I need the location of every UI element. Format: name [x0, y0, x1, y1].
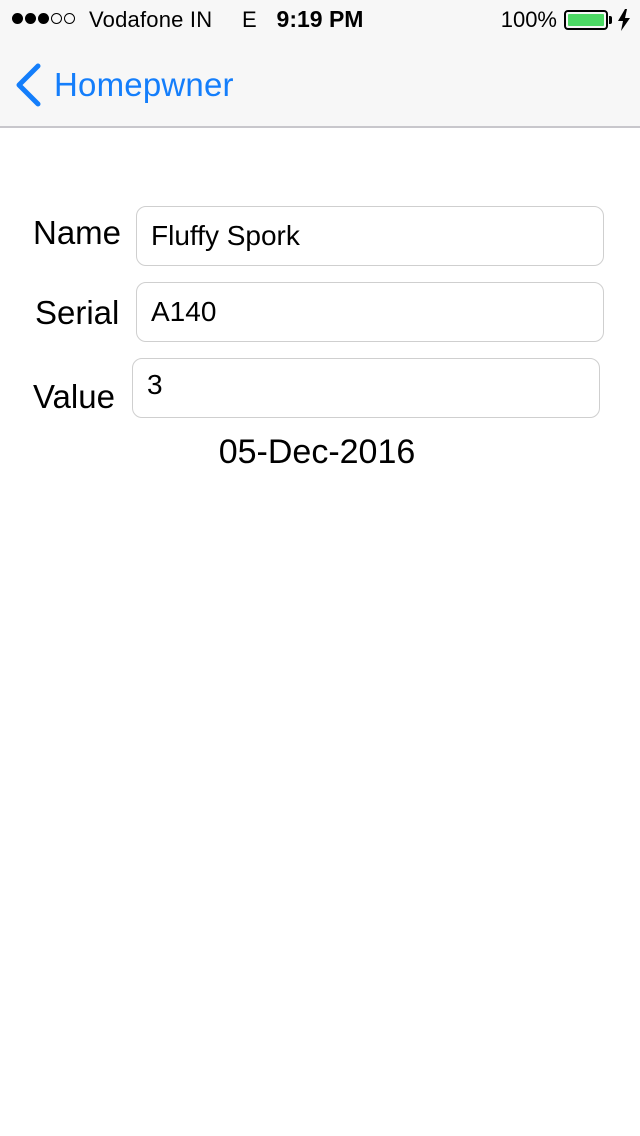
name-field[interactable]	[136, 206, 604, 266]
battery-tip	[609, 16, 612, 24]
charging-bolt-icon	[618, 9, 630, 31]
battery-percent: 100%	[500, 7, 557, 32]
battery-icon	[564, 10, 608, 30]
top-chrome: Vodafone IN E 9:19 PM 100% Homepwner	[0, 0, 640, 128]
chevron-left-icon	[16, 63, 41, 107]
status-bar: Vodafone IN E 9:19 PM 100%	[0, 0, 640, 40]
serial-field[interactable]	[136, 282, 604, 342]
battery-level	[568, 14, 604, 26]
serial-label: Serial	[35, 294, 120, 331]
back-button[interactable]: Homepwner	[14, 60, 234, 110]
value-label: Value	[33, 378, 115, 415]
navigation-bar: Homepwner	[0, 40, 640, 128]
item-detail-screen: Vodafone IN E 9:19 PM 100% Homepwner Nam…	[0, 0, 640, 1136]
value-field[interactable]	[132, 358, 600, 418]
back-button-label: Homepwner	[54, 66, 234, 103]
date-created-label: 05-Dec-2016	[218, 433, 416, 471]
name-label: Name	[33, 214, 122, 251]
